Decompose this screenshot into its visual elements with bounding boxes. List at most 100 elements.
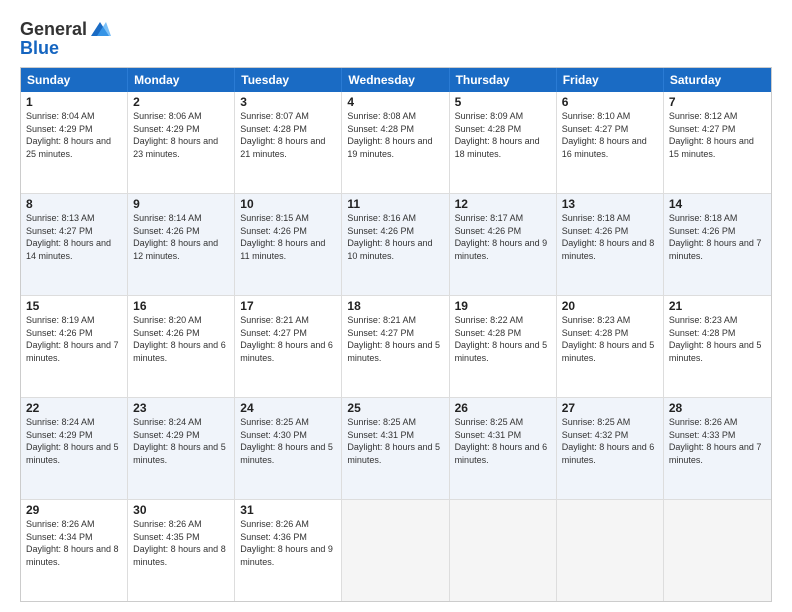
day-number: 22 xyxy=(26,401,122,415)
calendar-cell-1-6: 14 Sunrise: 8:18 AMSunset: 4:26 PMDaylig… xyxy=(664,194,771,295)
cell-info: Sunrise: 8:09 AMSunset: 4:28 PMDaylight:… xyxy=(455,111,540,159)
day-number: 31 xyxy=(240,503,336,517)
cell-info: Sunrise: 8:26 AMSunset: 4:36 PMDaylight:… xyxy=(240,519,333,567)
cell-info: Sunrise: 8:26 AMSunset: 4:35 PMDaylight:… xyxy=(133,519,226,567)
calendar-cell-2-1: 16 Sunrise: 8:20 AMSunset: 4:26 PMDaylig… xyxy=(128,296,235,397)
cell-info: Sunrise: 8:08 AMSunset: 4:28 PMDaylight:… xyxy=(347,111,432,159)
header-day-monday: Monday xyxy=(128,68,235,92)
calendar-row-4: 29 Sunrise: 8:26 AMSunset: 4:34 PMDaylig… xyxy=(21,499,771,601)
calendar-cell-2-5: 20 Sunrise: 8:23 AMSunset: 4:28 PMDaylig… xyxy=(557,296,664,397)
calendar-cell-0-6: 7 Sunrise: 8:12 AMSunset: 4:27 PMDayligh… xyxy=(664,92,771,193)
calendar-cell-0-5: 6 Sunrise: 8:10 AMSunset: 4:27 PMDayligh… xyxy=(557,92,664,193)
day-number: 15 xyxy=(26,299,122,313)
cell-info: Sunrise: 8:25 AMSunset: 4:31 PMDaylight:… xyxy=(455,417,548,465)
day-number: 24 xyxy=(240,401,336,415)
cell-info: Sunrise: 8:20 AMSunset: 4:26 PMDaylight:… xyxy=(133,315,226,363)
calendar-cell-2-3: 18 Sunrise: 8:21 AMSunset: 4:27 PMDaylig… xyxy=(342,296,449,397)
day-number: 17 xyxy=(240,299,336,313)
calendar-cell-4-4 xyxy=(450,500,557,601)
calendar-cell-4-1: 30 Sunrise: 8:26 AMSunset: 4:35 PMDaylig… xyxy=(128,500,235,601)
header-day-wednesday: Wednesday xyxy=(342,68,449,92)
logo-general-text: General xyxy=(20,19,87,40)
calendar-cell-0-4: 5 Sunrise: 8:09 AMSunset: 4:28 PMDayligh… xyxy=(450,92,557,193)
header-day-sunday: Sunday xyxy=(21,68,128,92)
cell-info: Sunrise: 8:13 AMSunset: 4:27 PMDaylight:… xyxy=(26,213,111,261)
cell-info: Sunrise: 8:04 AMSunset: 4:29 PMDaylight:… xyxy=(26,111,111,159)
calendar-cell-4-0: 29 Sunrise: 8:26 AMSunset: 4:34 PMDaylig… xyxy=(21,500,128,601)
day-number: 27 xyxy=(562,401,658,415)
calendar-cell-2-6: 21 Sunrise: 8:23 AMSunset: 4:28 PMDaylig… xyxy=(664,296,771,397)
logo-blue-text: Blue xyxy=(20,38,59,59)
day-number: 21 xyxy=(669,299,766,313)
calendar-cell-1-2: 10 Sunrise: 8:15 AMSunset: 4:26 PMDaylig… xyxy=(235,194,342,295)
header-day-saturday: Saturday xyxy=(664,68,771,92)
calendar-cell-3-1: 23 Sunrise: 8:24 AMSunset: 4:29 PMDaylig… xyxy=(128,398,235,499)
cell-info: Sunrise: 8:15 AMSunset: 4:26 PMDaylight:… xyxy=(240,213,325,261)
cell-info: Sunrise: 8:25 AMSunset: 4:32 PMDaylight:… xyxy=(562,417,655,465)
calendar-body: 1 Sunrise: 8:04 AMSunset: 4:29 PMDayligh… xyxy=(21,92,771,601)
cell-info: Sunrise: 8:25 AMSunset: 4:30 PMDaylight:… xyxy=(240,417,333,465)
cell-info: Sunrise: 8:07 AMSunset: 4:28 PMDaylight:… xyxy=(240,111,325,159)
calendar-header: SundayMondayTuesdayWednesdayThursdayFrid… xyxy=(21,68,771,92)
cell-info: Sunrise: 8:21 AMSunset: 4:27 PMDaylight:… xyxy=(240,315,333,363)
calendar-cell-4-2: 31 Sunrise: 8:26 AMSunset: 4:36 PMDaylig… xyxy=(235,500,342,601)
cell-info: Sunrise: 8:19 AMSunset: 4:26 PMDaylight:… xyxy=(26,315,119,363)
calendar-cell-0-1: 2 Sunrise: 8:06 AMSunset: 4:29 PMDayligh… xyxy=(128,92,235,193)
day-number: 26 xyxy=(455,401,551,415)
day-number: 11 xyxy=(347,197,443,211)
calendar-cell-3-5: 27 Sunrise: 8:25 AMSunset: 4:32 PMDaylig… xyxy=(557,398,664,499)
day-number: 28 xyxy=(669,401,766,415)
calendar-row-2: 15 Sunrise: 8:19 AMSunset: 4:26 PMDaylig… xyxy=(21,295,771,397)
header: General Blue xyxy=(20,18,772,59)
calendar: SundayMondayTuesdayWednesdayThursdayFrid… xyxy=(20,67,772,602)
calendar-cell-2-4: 19 Sunrise: 8:22 AMSunset: 4:28 PMDaylig… xyxy=(450,296,557,397)
cell-info: Sunrise: 8:24 AMSunset: 4:29 PMDaylight:… xyxy=(26,417,119,465)
cell-info: Sunrise: 8:21 AMSunset: 4:27 PMDaylight:… xyxy=(347,315,440,363)
cell-info: Sunrise: 8:18 AMSunset: 4:26 PMDaylight:… xyxy=(669,213,762,261)
cell-info: Sunrise: 8:24 AMSunset: 4:29 PMDaylight:… xyxy=(133,417,226,465)
day-number: 6 xyxy=(562,95,658,109)
day-number: 19 xyxy=(455,299,551,313)
calendar-cell-0-3: 4 Sunrise: 8:08 AMSunset: 4:28 PMDayligh… xyxy=(342,92,449,193)
day-number: 1 xyxy=(26,95,122,109)
calendar-row-0: 1 Sunrise: 8:04 AMSunset: 4:29 PMDayligh… xyxy=(21,92,771,193)
calendar-row-1: 8 Sunrise: 8:13 AMSunset: 4:27 PMDayligh… xyxy=(21,193,771,295)
cell-info: Sunrise: 8:10 AMSunset: 4:27 PMDaylight:… xyxy=(562,111,647,159)
calendar-cell-3-4: 26 Sunrise: 8:25 AMSunset: 4:31 PMDaylig… xyxy=(450,398,557,499)
cell-info: Sunrise: 8:18 AMSunset: 4:26 PMDaylight:… xyxy=(562,213,655,261)
day-number: 13 xyxy=(562,197,658,211)
cell-info: Sunrise: 8:06 AMSunset: 4:29 PMDaylight:… xyxy=(133,111,218,159)
day-number: 5 xyxy=(455,95,551,109)
day-number: 7 xyxy=(669,95,766,109)
calendar-row-3: 22 Sunrise: 8:24 AMSunset: 4:29 PMDaylig… xyxy=(21,397,771,499)
calendar-cell-3-2: 24 Sunrise: 8:25 AMSunset: 4:30 PMDaylig… xyxy=(235,398,342,499)
day-number: 8 xyxy=(26,197,122,211)
day-number: 12 xyxy=(455,197,551,211)
day-number: 9 xyxy=(133,197,229,211)
calendar-cell-1-5: 13 Sunrise: 8:18 AMSunset: 4:26 PMDaylig… xyxy=(557,194,664,295)
logo-icon xyxy=(89,18,111,40)
header-day-tuesday: Tuesday xyxy=(235,68,342,92)
calendar-cell-3-6: 28 Sunrise: 8:26 AMSunset: 4:33 PMDaylig… xyxy=(664,398,771,499)
cell-info: Sunrise: 8:16 AMSunset: 4:26 PMDaylight:… xyxy=(347,213,432,261)
day-number: 2 xyxy=(133,95,229,109)
cell-info: Sunrise: 8:23 AMSunset: 4:28 PMDaylight:… xyxy=(562,315,655,363)
calendar-cell-0-0: 1 Sunrise: 8:04 AMSunset: 4:29 PMDayligh… xyxy=(21,92,128,193)
calendar-cell-1-3: 11 Sunrise: 8:16 AMSunset: 4:26 PMDaylig… xyxy=(342,194,449,295)
cell-info: Sunrise: 8:26 AMSunset: 4:34 PMDaylight:… xyxy=(26,519,119,567)
day-number: 4 xyxy=(347,95,443,109)
day-number: 30 xyxy=(133,503,229,517)
day-number: 23 xyxy=(133,401,229,415)
calendar-cell-4-3 xyxy=(342,500,449,601)
day-number: 16 xyxy=(133,299,229,313)
day-number: 18 xyxy=(347,299,443,313)
calendar-cell-2-0: 15 Sunrise: 8:19 AMSunset: 4:26 PMDaylig… xyxy=(21,296,128,397)
calendar-cell-4-5 xyxy=(557,500,664,601)
calendar-cell-1-1: 9 Sunrise: 8:14 AMSunset: 4:26 PMDayligh… xyxy=(128,194,235,295)
cell-info: Sunrise: 8:12 AMSunset: 4:27 PMDaylight:… xyxy=(669,111,754,159)
cell-info: Sunrise: 8:22 AMSunset: 4:28 PMDaylight:… xyxy=(455,315,548,363)
day-number: 10 xyxy=(240,197,336,211)
calendar-cell-2-2: 17 Sunrise: 8:21 AMSunset: 4:27 PMDaylig… xyxy=(235,296,342,397)
calendar-cell-0-2: 3 Sunrise: 8:07 AMSunset: 4:28 PMDayligh… xyxy=(235,92,342,193)
header-day-thursday: Thursday xyxy=(450,68,557,92)
